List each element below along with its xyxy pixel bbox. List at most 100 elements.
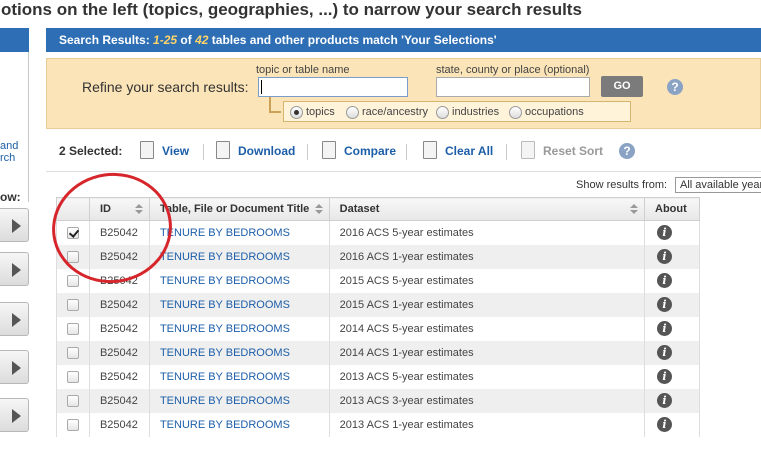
download-button[interactable]: Download [238, 144, 295, 158]
toolbar-divider [506, 144, 507, 160]
help-icon[interactable]: ? [619, 143, 635, 159]
table-row: B25042 TENURE BY BEDROOMS 2015 ACS 1-year … [56, 292, 700, 317]
results-range: 1-25 [153, 33, 178, 47]
selected-count: 2 Selected: [59, 144, 123, 158]
reset-sort-button[interactable]: Reset Sort [543, 144, 603, 158]
table-row: B25042 TENURE BY BEDROOMS 2016 ACS 1-year … [56, 244, 700, 269]
table-header-row: ID Table, File or Document Title Dataset… [56, 197, 700, 221]
download-icon[interactable] [216, 141, 230, 159]
row-title-link[interactable]: TENURE BY BEDROOMS [148, 412, 330, 437]
left-panel-box: and rch [0, 52, 29, 202]
row-title-link[interactable]: TENURE BY BEDROOMS [148, 244, 330, 269]
info-icon[interactable]: i [657, 321, 673, 336]
info-icon[interactable]: i [657, 225, 673, 241]
sort-arrows-icon[interactable] [630, 204, 639, 215]
info-icon[interactable]: i [657, 369, 673, 384]
connector-line [269, 97, 281, 113]
left-link-line-2[interactable]: rch [0, 152, 15, 164]
expand-arrow-button[interactable] [0, 208, 29, 242]
info-icon[interactable]: i [657, 297, 673, 312]
column-header-id[interactable]: ID [88, 197, 150, 221]
row-dataset: 2013 ACS 1-year estimates [328, 412, 646, 437]
column-header-id-label: ID [99, 203, 111, 215]
radio-occupations[interactable]: occupations [509, 105, 584, 119]
results-of: of [177, 33, 196, 47]
row-about-cell: i [644, 316, 700, 341]
row-id: B25042 [88, 340, 150, 365]
info-icon[interactable]: i [657, 249, 673, 264]
sort-arrows-icon[interactable] [314, 204, 323, 215]
left-panel-header [0, 28, 29, 52]
info-icon[interactable]: i [657, 273, 673, 288]
row-dataset: 2015 ACS 5-year estimates [328, 268, 646, 293]
row-id: B25042 [88, 244, 150, 269]
topic-search-input[interactable] [258, 77, 408, 97]
info-icon[interactable]: i [657, 393, 673, 408]
table-row: B25042 TENURE BY BEDROOMS 2016 ACS 5-year … [56, 220, 700, 245]
reset-sort-icon[interactable] [521, 141, 535, 159]
row-select-cell [56, 244, 90, 269]
compare-button[interactable]: Compare [344, 144, 396, 158]
compare-icon[interactable] [322, 141, 336, 159]
row-dataset: 2014 ACS 1-year estimates [328, 340, 646, 365]
row-checkbox[interactable] [67, 274, 79, 287]
row-id: B25042 [88, 220, 150, 245]
row-select-cell [56, 340, 90, 365]
topic-field-label: topic or table name [256, 64, 350, 76]
row-title-link[interactable]: TENURE BY BEDROOMS [148, 268, 330, 293]
radio-race-ancestry[interactable]: race/ancestry [346, 105, 428, 119]
expand-arrow-button[interactable] [0, 302, 29, 336]
row-id: B25042 [88, 412, 150, 437]
column-header-title[interactable]: Table, File or Document Title [148, 197, 330, 221]
column-header-about: About [644, 197, 700, 221]
help-icon[interactable]: ? [667, 79, 683, 95]
row-dataset: 2015 ACS 1-year estimates [328, 292, 646, 317]
row-select-cell [56, 268, 90, 293]
row-checkbox[interactable] [67, 346, 79, 359]
row-checkbox[interactable] [67, 322, 79, 335]
results-suffix: tables and other products match 'Your Se… [208, 33, 497, 47]
clear-all-icon[interactable] [423, 141, 437, 159]
table-row: B25042 TENURE BY BEDROOMS 2014 ACS 1-year … [56, 340, 700, 365]
place-search-input[interactable] [436, 77, 590, 97]
table-row: B25042 TENURE BY BEDROOMS 2013 ACS 5-year … [56, 364, 700, 389]
search-instructions: otions on the left (topics, geographies,… [1, 0, 582, 19]
row-title-link[interactable]: TENURE BY BEDROOMS [148, 388, 330, 413]
row-checkbox[interactable] [67, 226, 79, 239]
row-checkbox[interactable] [67, 298, 79, 311]
left-filter-panel: and rch ow: [0, 28, 32, 432]
table-row: B25042 TENURE BY BEDROOMS 2015 ACS 5-year … [56, 268, 700, 293]
clear-all-button[interactable]: Clear All [445, 144, 493, 158]
row-title-link[interactable]: TENURE BY BEDROOMS [148, 340, 330, 365]
column-header-dataset[interactable]: Dataset [328, 197, 646, 221]
row-checkbox[interactable] [67, 394, 79, 407]
view-icon[interactable] [140, 141, 154, 159]
row-about-cell: i [644, 292, 700, 317]
row-title-link[interactable]: TENURE BY BEDROOMS [148, 292, 330, 317]
row-checkbox[interactable] [67, 250, 79, 263]
expand-arrow-button[interactable] [0, 398, 29, 432]
radio-topics[interactable]: topics [290, 105, 335, 119]
row-title-link[interactable]: TENURE BY BEDROOMS [148, 364, 330, 389]
info-icon[interactable]: i [657, 345, 673, 360]
row-checkbox[interactable] [67, 370, 79, 383]
row-id: B25042 [88, 364, 150, 389]
row-checkbox[interactable] [67, 418, 79, 431]
row-title-link[interactable]: TENURE BY BEDROOMS [148, 220, 330, 245]
row-title-link[interactable]: TENURE BY BEDROOMS [148, 316, 330, 341]
expand-arrow-button[interactable] [0, 350, 29, 384]
left-link-line-1[interactable]: and [0, 140, 18, 152]
info-icon[interactable]: i [657, 417, 673, 432]
row-select-cell [56, 388, 90, 413]
expand-arrow-button[interactable] [0, 252, 29, 286]
radio-industries[interactable]: industries [436, 105, 499, 119]
row-dataset: 2013 ACS 5-year estimates [328, 364, 646, 389]
row-dataset: 2013 ACS 3-year estimates [328, 388, 646, 413]
sort-arrows-icon[interactable] [134, 204, 143, 215]
results-prefix: Search Results: [59, 33, 154, 47]
year-filter-select[interactable]: All available years [675, 177, 761, 193]
go-button[interactable]: GO [601, 76, 643, 97]
view-button[interactable]: View [162, 144, 189, 158]
row-about-cell: i [644, 244, 700, 269]
row-about-cell: i [644, 340, 700, 365]
